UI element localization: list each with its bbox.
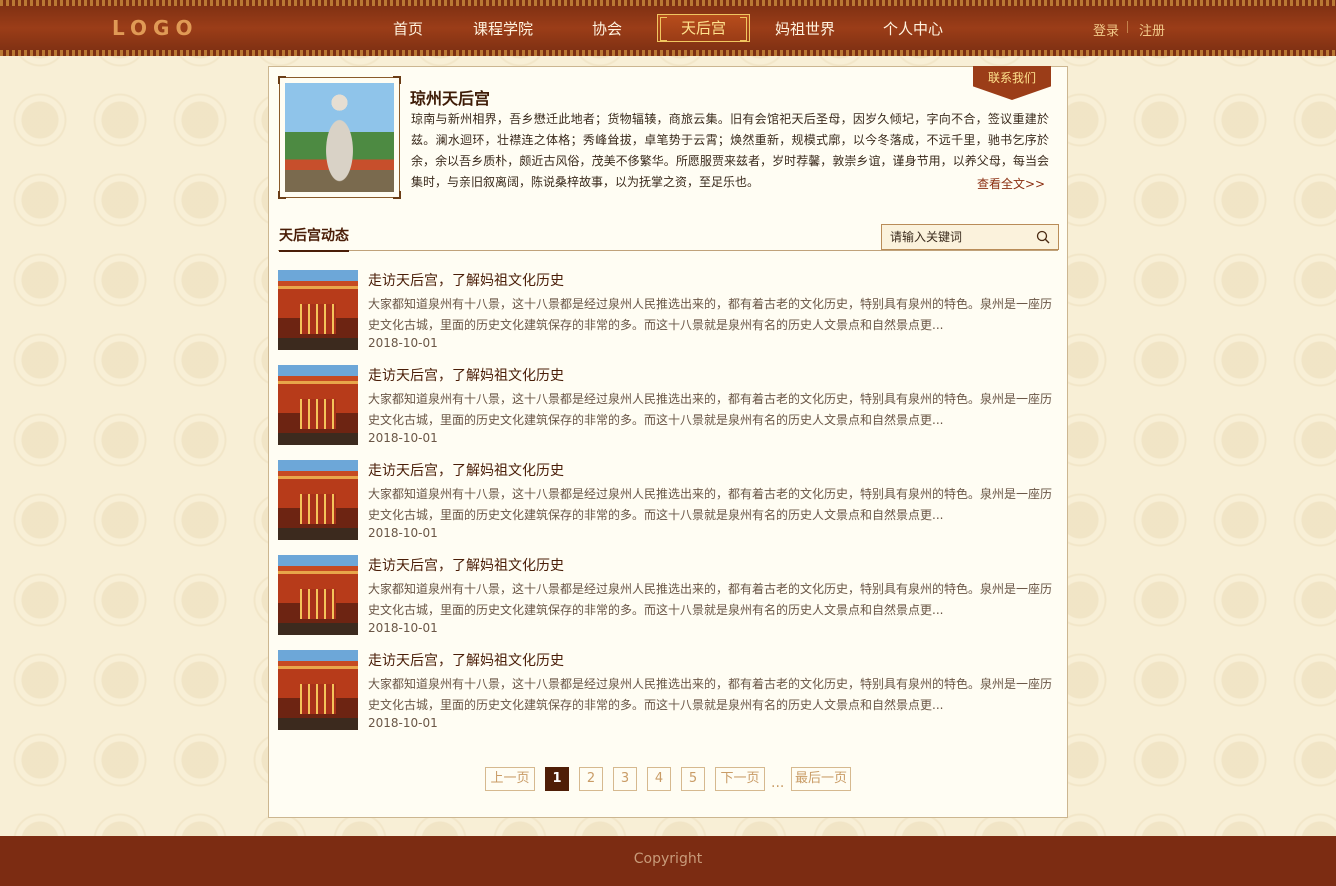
news-item[interactable]: 走访天后宫，了解妈祖文化历史 大家都知道泉州有十八景，这十八景都是经过泉州人民推… (278, 365, 1058, 445)
news-date: 2018-10-01 (368, 336, 438, 350)
prev-page-button[interactable]: 上一页 (485, 767, 535, 791)
login-link[interactable]: 登录 (1093, 20, 1119, 39)
news-date: 2018-10-01 (368, 716, 438, 730)
news-title[interactable]: 走访天后宫，了解妈祖文化历史 (368, 365, 564, 385)
frame-corner (278, 191, 286, 199)
main-panel: 琼州天后宫 琼南与新州相界，吾乡懋迁此地者；货物辐辏，商旅云集。旧有会馆祀天后圣… (268, 66, 1068, 818)
copyright-text: Copyright (633, 851, 703, 867)
search-icon[interactable] (1036, 230, 1050, 244)
nav-home[interactable]: 首页 (393, 18, 423, 39)
news-thumbnail[interactable] (278, 650, 358, 730)
temple-description: 琼南与新州相界，吾乡懋迁此地者；货物辐辏，商旅云集。旧有会馆祀天后圣母，因岁久倾… (411, 112, 1049, 189)
next-page-button[interactable]: 下一页 (715, 767, 765, 791)
news-thumbnail[interactable] (278, 555, 358, 635)
news-title[interactable]: 走访天后宫，了解妈祖文化历史 (368, 555, 564, 575)
search-box (881, 224, 1059, 250)
page-number[interactable]: 5 (681, 767, 705, 791)
pagination: 上一页 1 2 3 4 5 下一页 ... 最后一页 (269, 767, 1069, 791)
news-title[interactable]: 走访天后宫，了解妈祖文化历史 (368, 270, 564, 290)
news-excerpt: 大家都知道泉州有十八景，这十八景都是经过泉州人民推选出来的，都有着古老的文化历史… (368, 392, 1053, 427)
auth-divider (1127, 21, 1128, 33)
register-link[interactable]: 注册 (1139, 20, 1165, 39)
news-title[interactable]: 走访天后宫，了解妈祖文化历史 (368, 650, 564, 670)
page-number-current[interactable]: 1 (545, 767, 569, 791)
news-date: 2018-10-01 (368, 621, 438, 635)
nav-mazu-world[interactable]: 妈祖世界 (775, 18, 835, 39)
mazu-statue-photo (285, 83, 394, 192)
news-excerpt: 大家都知道泉州有十八景，这十八景都是经过泉州人民推选出来的，都有着古老的文化历史… (368, 487, 1053, 522)
news-date: 2018-10-01 (368, 431, 438, 445)
contact-us-button[interactable]: 联系我们 (973, 66, 1051, 100)
last-page-button[interactable]: 最后一页 (791, 767, 851, 791)
news-item[interactable]: 走访天后宫，了解妈祖文化历史 大家都知道泉州有十八景，这十八景都是经过泉州人民推… (278, 650, 1058, 730)
frame-corner (393, 76, 401, 84)
news-item[interactable]: 走访天后宫，了解妈祖文化历史 大家都知道泉州有十八景，这十八景都是经过泉州人民推… (278, 270, 1058, 350)
news-item[interactable]: 走访天后宫，了解妈祖文化历史 大家都知道泉州有十八景，这十八景都是经过泉州人民推… (278, 460, 1058, 540)
top-header: LOGO 首页 课程学院 协会 天后宫 妈祖世界 个人中心 登录 注册 (0, 0, 1336, 56)
page-number[interactable]: 4 (647, 767, 671, 791)
temple-title: 琼州天后宫 (410, 89, 491, 108)
news-excerpt: 大家都知道泉州有十八景，这十八景都是经过泉州人民推选出来的，都有着古老的文化历史… (368, 677, 1053, 712)
news-title[interactable]: 走访天后宫，了解妈祖文化历史 (368, 460, 564, 480)
nav-personal-center[interactable]: 个人中心 (883, 18, 943, 39)
footer: Copyright (0, 836, 1336, 886)
frame-corner (278, 76, 286, 84)
frame-corner (393, 191, 401, 199)
news-item[interactable]: 走访天后宫，了解妈祖文化历史 大家都知道泉州有十八景，这十八景都是经过泉州人民推… (278, 555, 1058, 635)
page-number[interactable]: 3 (613, 767, 637, 791)
contact-us-label: 联系我们 (987, 71, 1036, 85)
news-excerpt: 大家都知道泉州有十八景，这十八景都是经过泉州人民推选出来的，都有着古老的文化历史… (368, 582, 1053, 617)
site-logo[interactable]: LOGO (112, 16, 198, 40)
pagination-ellipsis: ... (771, 775, 785, 791)
news-thumbnail[interactable] (278, 270, 358, 350)
read-full-text-link[interactable]: 查看全文>> (977, 175, 1045, 192)
page-number[interactable]: 2 (579, 767, 603, 791)
temple-photo-frame (278, 76, 401, 199)
nav-association[interactable]: 协会 (592, 18, 622, 39)
news-thumbnail[interactable] (278, 460, 358, 540)
news-date: 2018-10-01 (368, 526, 438, 540)
news-excerpt: 大家都知道泉州有十八景，这十八景都是经过泉州人民推选出来的，都有着古老的文化历史… (368, 297, 1053, 332)
nav-courses[interactable]: 课程学院 (473, 18, 533, 39)
news-section-title: 天后宫动态 (279, 225, 349, 252)
search-input[interactable] (882, 225, 1028, 249)
news-thumbnail[interactable] (278, 365, 358, 445)
nav-tianhou-palace[interactable]: 天后宫 (657, 14, 751, 42)
